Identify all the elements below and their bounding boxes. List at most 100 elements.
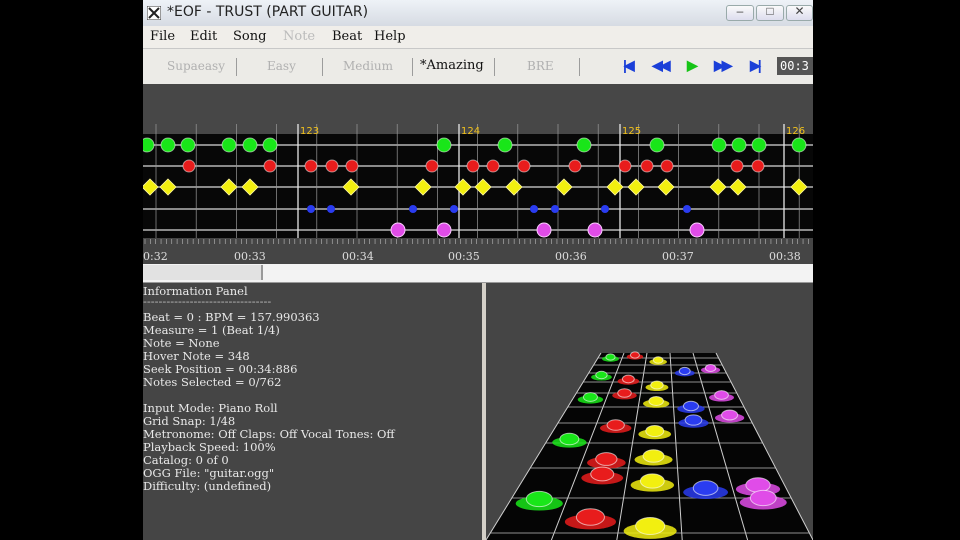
note-red [486,159,500,173]
piano-roll[interactable]: 123 124 125 126 0:32 00:33 00:34 00:35 00:3… [143,84,813,264]
menu-file[interactable]: File [150,29,175,44]
note-green [649,137,665,153]
gem-cap [595,370,608,380]
note-blue [683,205,691,213]
note-red [466,159,480,173]
note-red [751,159,765,173]
difficulty-tab-bar: Supaeasy Easy Medium *Amazing BRE |◀ ◀◀ … [143,48,813,85]
menu-song[interactable]: Song [233,29,266,44]
window-title: *EOF - TRUST (PART GUITAR) [167,4,369,20]
menu-beat[interactable]: Beat [332,29,362,44]
tab-easy[interactable]: Easy [267,59,296,73]
gem-cap [575,508,605,526]
gem-cap [606,419,625,431]
gem-cap [645,424,665,438]
measure-label: 126 [786,126,805,137]
gem-cap [682,400,699,412]
gem-cap [582,392,598,402]
menu-bar: File Edit Song Note Beat Help [143,26,813,48]
info-grid-snap: Grid Snap: 1/48 [143,414,236,428]
info-divider: --------------------------------- [143,294,272,308]
play-button[interactable]: ▶ [687,57,698,75]
time-label: 00:36 [555,250,587,263]
rewind-button[interactable]: ◀◀ [652,57,670,75]
note-green [436,137,452,153]
note-blue [551,205,559,213]
title-bar: *EOF - TRUST (PART GUITAR) – □ ✕ [143,0,813,27]
note-green [497,137,513,153]
note-green [242,137,258,153]
time-display: 00:3 [777,57,813,75]
note-green [180,137,196,153]
gem-cap [749,489,777,507]
gem-cap [635,516,666,536]
note-red [568,159,582,173]
note-red [425,159,439,173]
menu-help[interactable]: Help [374,29,406,44]
gem-cap [684,414,703,426]
note-purple [390,222,406,238]
info-seek-position: Seek Position = 00:34:886 [143,362,298,376]
scrollbar-thumb[interactable] [143,265,263,280]
fast-forward-button[interactable]: ▶▶ [714,57,732,75]
note-red [325,159,339,173]
maximize-button[interactable]: □ [756,4,784,21]
minimize-button[interactable]: – [726,4,754,21]
close-button[interactable]: ✕ [786,4,813,21]
tab-separator [322,58,323,76]
tab-bre[interactable]: BRE [527,59,554,73]
gem-cap [714,390,729,400]
info-measure: Measure = 1 (Beat 1/4) [143,323,280,337]
gem-cap [605,353,616,361]
note-red [660,159,674,173]
info-note: Note = None [143,336,220,350]
tab-amazing[interactable]: *Amazing [420,58,484,73]
note-green [711,137,727,153]
measure-label: 123 [300,126,319,137]
gem-cap [650,380,664,390]
info-catalog: Catalog: 0 of 0 [143,453,229,467]
info-playback-speed: Playback Speed: 100% [143,440,276,454]
information-panel: Information Panel ----------------------… [143,283,482,540]
menu-note: Note [283,29,316,44]
info-input-mode: Input Mode: Piano Roll [143,401,278,415]
tab-supaeasy[interactable]: Supaeasy [167,59,225,73]
gem-cap [525,490,553,508]
note-purple [436,222,452,238]
note-blue [327,205,335,213]
app-icon [147,6,161,20]
menu-edit[interactable]: Edit [190,29,217,44]
tab-separator [236,58,237,76]
eof-window: *EOF - TRUST (PART GUITAR) – □ ✕ File Ed… [143,0,813,540]
note-red [345,159,359,173]
horizontal-scrollbar[interactable] [143,264,813,283]
note-blue [409,205,417,213]
rewind-to-start-button[interactable]: |◀ [623,57,635,75]
gem-cap [678,366,691,376]
note-red [182,159,196,173]
tab-separator [494,58,495,76]
note-red [730,159,744,173]
time-label: 00:37 [662,250,694,263]
gem-cap [704,364,717,372]
time-label: 00:34 [342,250,374,263]
tab-medium[interactable]: Medium [343,59,393,73]
note-green [262,137,278,153]
gem-cap [617,388,632,398]
gem-cap [639,473,665,489]
time-label: 00:38 [769,250,801,263]
info-notes-selected: Notes Selected = 0/762 [143,375,282,389]
gem-cap [692,480,719,496]
note-green [160,137,176,153]
note-green [143,137,155,153]
gem-cap [595,452,618,466]
tab-separator [579,58,580,76]
3d-preview [485,283,813,540]
seek-to-end-button[interactable]: ▶| [750,57,762,75]
note-blue [530,205,538,213]
minimize-icon: – [736,4,744,18]
piano-roll-canvas[interactable]: 123 124 125 126 [143,84,813,264]
note-purple [587,222,603,238]
time-label: 00:33 [234,250,266,263]
note-red [263,159,277,173]
